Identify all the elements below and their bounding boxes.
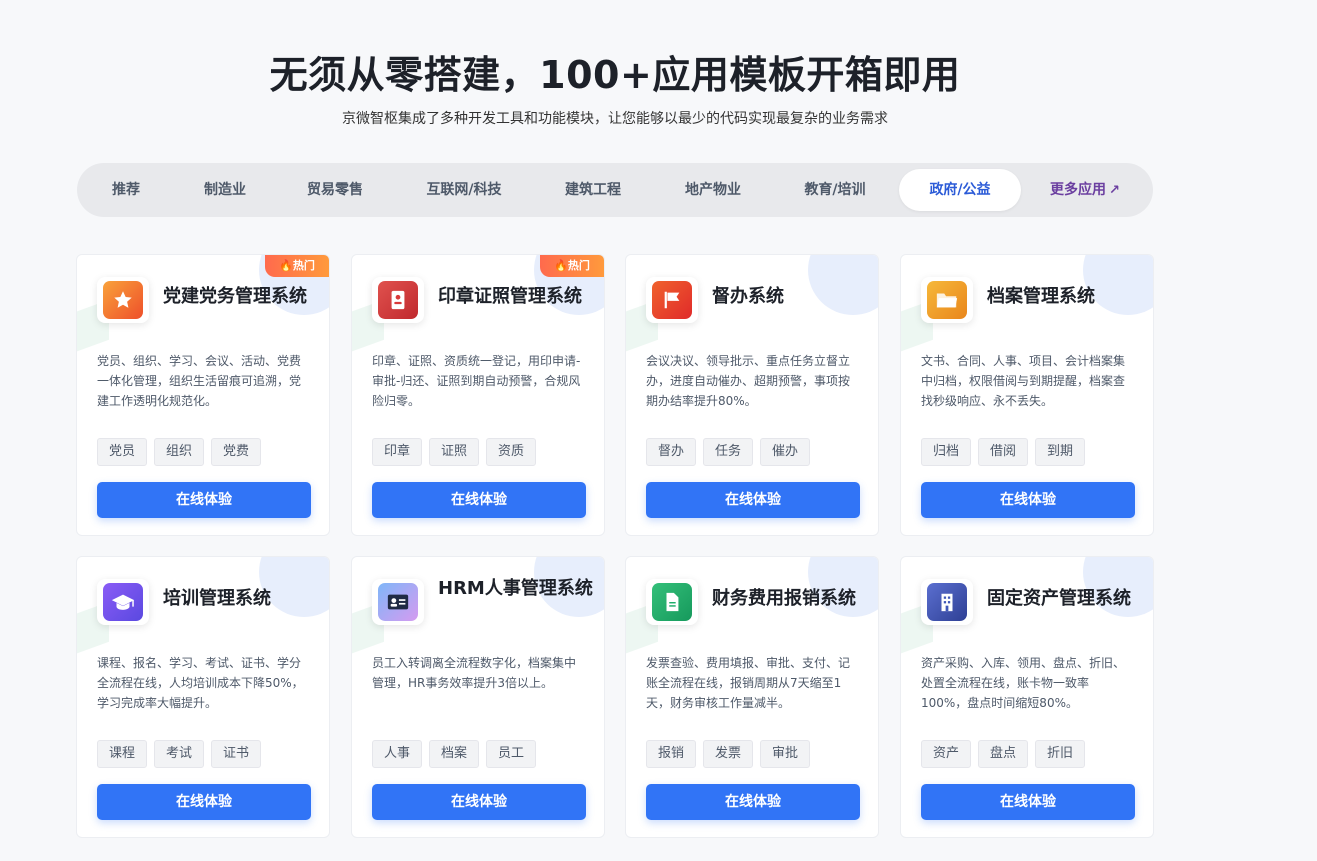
app-card-party-building: 🔥热门 党建党务管理系统 党员、组织、学习、会议、活动、党费一体化管理，组织生活… <box>76 254 330 536</box>
card-description: 资产采购、入库、领用、盘点、折旧、处置全流程在线，账卡物一致率100%，盘点时间… <box>921 656 1126 710</box>
app-icon-tile <box>97 277 149 323</box>
try-online-button[interactable]: 在线体验 <box>646 784 860 820</box>
hero-subtitle: 京微智枢集成了多种开发工具和功能模块，让您能够以最少的代码实现最复杂的业务需求 <box>342 111 888 127</box>
category-tab-bar: 推荐 制造业 贸易零售 互联网/科技 建筑工程 地产物业 教育/培训 政府/公益… <box>77 163 1153 217</box>
card-tag: 党费 <box>211 438 262 466</box>
tab-government[interactable]: 政府/公益 <box>899 169 1021 211</box>
card-tag: 审批 <box>760 740 811 768</box>
card-title: 财务费用报销系统 <box>712 588 856 609</box>
folder-icon <box>927 281 967 319</box>
app-icon-tile <box>372 277 424 323</box>
app-icon-tile <box>921 579 973 625</box>
card-tag: 任务 <box>703 438 754 466</box>
card-title: 培训管理系统 <box>163 588 271 609</box>
card-tag: 资产 <box>921 740 972 768</box>
app-card-hrm: HRM人事管理系统 员工入转调离全流程数字化，档案集中管理，HR事务效率提升3倍… <box>351 556 605 838</box>
card-tag: 借阅 <box>978 438 1029 466</box>
card-tag: 档案 <box>429 740 480 768</box>
try-online-button[interactable]: 在线体验 <box>97 482 311 518</box>
card-tags: 报销 发票 审批 <box>646 740 811 768</box>
tab-real-estate[interactable]: 地产物业 <box>665 169 761 211</box>
card-tag: 发票 <box>703 740 754 768</box>
card-tag: 报销 <box>646 740 697 768</box>
card-tag: 盘点 <box>978 740 1029 768</box>
card-tag: 组织 <box>154 438 205 466</box>
arrow-up-right-icon: ↗ <box>1109 183 1120 198</box>
contact-card-icon <box>378 583 418 621</box>
card-title: 督办系统 <box>712 286 784 307</box>
card-tag: 到期 <box>1035 438 1086 466</box>
card-description: 印章、证照、资质统一登记，用印申请-审批-归还、证照到期自动预警，合规风险归零。 <box>372 354 581 408</box>
app-card-fixed-asset: 固定资产管理系统 资产采购、入库、领用、盘点、折旧、处置全流程在线，账卡物一致率… <box>900 556 1154 838</box>
tab-retail[interactable]: 贸易零售 <box>285 169 385 211</box>
card-tag: 催办 <box>760 438 811 466</box>
star-icon <box>103 281 143 319</box>
try-online-button[interactable]: 在线体验 <box>646 482 860 518</box>
tab-more-label: 更多应用 <box>1050 182 1107 198</box>
card-title: HRM人事管理系统 <box>438 578 593 599</box>
card-title: 档案管理系统 <box>987 286 1095 307</box>
hero-title: 无须从零搭建，100+应用模板开箱即用 <box>269 53 961 97</box>
card-tag: 归档 <box>921 438 972 466</box>
tab-internet[interactable]: 互联网/科技 <box>407 169 521 211</box>
card-tags: 课程 考试 证书 <box>97 740 262 768</box>
card-title: 党建党务管理系统 <box>163 286 307 307</box>
document-icon <box>652 583 692 621</box>
app-card-supervision: 督办系统 会议决议、领导批示、重点任务立督立办，进度自动催办、超期预警，事项按期… <box>625 254 879 536</box>
card-tag: 折旧 <box>1035 740 1086 768</box>
card-tags: 归档 借阅 到期 <box>921 438 1086 466</box>
card-tag: 员工 <box>486 740 537 768</box>
card-tag: 考试 <box>154 740 205 768</box>
graduation-cap-icon <box>103 583 143 621</box>
app-card-expense: 财务费用报销系统 发票查验、费用填报、审批、支付、记账全流程在线，报销周期从7天… <box>625 556 879 838</box>
tab-manufacturing[interactable]: 制造业 <box>187 169 263 211</box>
card-tag: 印章 <box>372 438 423 466</box>
tab-more-apps[interactable]: 更多应用 ↗ <box>1037 169 1133 211</box>
card-description: 员工入转调离全流程数字化，档案集中管理，HR事务效率提升3倍以上。 <box>372 656 577 690</box>
tab-recommend[interactable]: 推荐 <box>87 169 165 211</box>
app-card-training: 培训管理系统 课程、报名、学习、考试、证书、学分全流程在线，人均培训成本下降50… <box>76 556 330 838</box>
card-description: 文书、合同、人事、项目、会计档案集中归档，权限借阅与到期提醒，档案查找秒级响应、… <box>921 354 1126 408</box>
try-online-button[interactable]: 在线体验 <box>372 482 586 518</box>
app-icon-tile <box>646 579 698 625</box>
app-icon-tile <box>646 277 698 323</box>
app-icon-tile <box>97 579 149 625</box>
tab-education[interactable]: 教育/培训 <box>783 169 887 211</box>
card-tags: 党员 组织 党费 <box>97 438 262 466</box>
card-tag: 人事 <box>372 740 423 768</box>
card-tag: 督办 <box>646 438 697 466</box>
try-online-button[interactable]: 在线体验 <box>921 482 1135 518</box>
card-tag: 资质 <box>486 438 537 466</box>
id-card-icon <box>378 281 418 319</box>
tab-construction[interactable]: 建筑工程 <box>543 169 643 211</box>
hot-badge: 🔥热门 <box>265 255 329 277</box>
card-title: 固定资产管理系统 <box>987 588 1131 609</box>
hot-badge: 🔥热门 <box>540 255 604 277</box>
card-tag: 证书 <box>211 740 262 768</box>
app-card-seal-license: 🔥热门 印章证照管理系统 印章、证照、资质统一登记，用印申请-审批-归还、证照到… <box>351 254 605 536</box>
card-description: 课程、报名、学习、考试、证书、学分全流程在线，人均培训成本下降50%，学习完成率… <box>97 656 304 710</box>
try-online-button[interactable]: 在线体验 <box>921 784 1135 820</box>
card-tags: 督办 任务 催办 <box>646 438 811 466</box>
app-card-archive: 档案管理系统 文书、合同、人事、项目、会计档案集中归档，权限借阅与到期提醒，档案… <box>900 254 1154 536</box>
flag-icon <box>652 281 692 319</box>
building-icon <box>927 583 967 621</box>
card-description: 发票查验、费用填报、审批、支付、记账全流程在线，报销周期从7天缩至1天，财务审核… <box>646 656 851 710</box>
card-description: 会议决议、领导批示、重点任务立督立办，进度自动催办、超期预警，事项按期办结率提升… <box>646 354 851 408</box>
card-tags: 人事 档案 员工 <box>372 740 537 768</box>
card-tag: 证照 <box>429 438 480 466</box>
card-tag: 党员 <box>97 438 148 466</box>
card-description: 党员、组织、学习、会议、活动、党费一体化管理，组织生活留痕可追溯，党建工作透明化… <box>97 354 302 408</box>
card-tag: 课程 <box>97 740 148 768</box>
app-icon-tile <box>921 277 973 323</box>
card-title: 印章证照管理系统 <box>438 286 582 307</box>
try-online-button[interactable]: 在线体验 <box>97 784 311 820</box>
app-icon-tile <box>372 579 424 625</box>
card-tags: 印章 证照 资质 <box>372 438 537 466</box>
try-online-button[interactable]: 在线体验 <box>372 784 586 820</box>
card-tags: 资产 盘点 折旧 <box>921 740 1086 768</box>
